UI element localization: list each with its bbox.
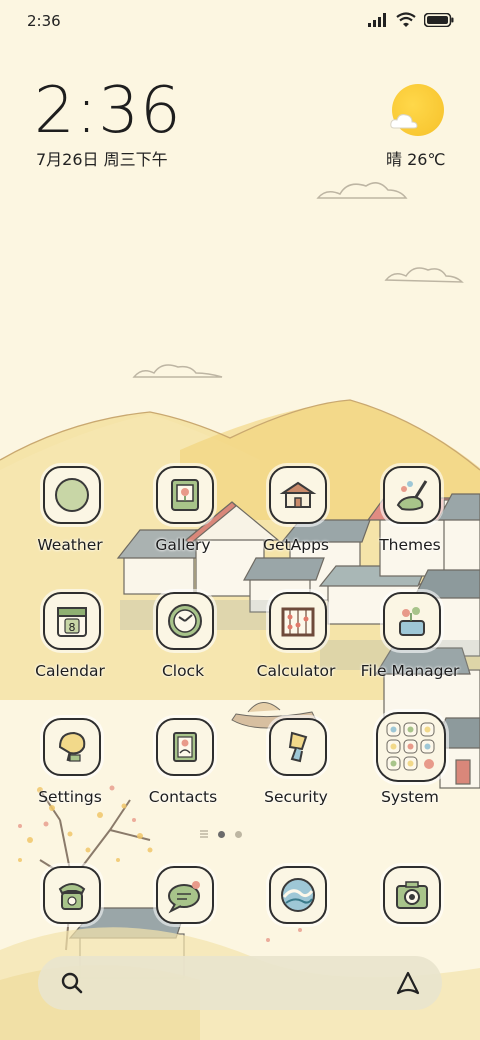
app-label: Themes (379, 536, 441, 554)
status-icons (368, 12, 454, 28)
calendar-day-number: 8 (69, 621, 76, 634)
gallery-icon (156, 466, 214, 524)
calculator-icon (269, 592, 327, 650)
file-manager-icon (383, 592, 441, 650)
app-settings[interactable]: Settings (14, 718, 126, 828)
page-dot-active[interactable] (218, 830, 225, 838)
search-bar[interactable] (38, 956, 442, 1010)
app-security[interactable]: Security (240, 718, 352, 828)
battery-icon (424, 13, 454, 27)
browser-icon (269, 866, 327, 924)
search-icon[interactable] (60, 971, 84, 995)
app-file-manager[interactable]: File Manager (354, 592, 466, 702)
system-folder-icon (376, 712, 446, 782)
dock-camera[interactable] (354, 866, 466, 926)
wifi-icon (396, 12, 416, 27)
app-label: System (381, 788, 439, 806)
app-label: GetApps (263, 536, 329, 554)
app-system-folder[interactable]: System (354, 712, 466, 828)
app-calendar[interactable]: 8 Calendar (14, 592, 126, 702)
dock-phone[interactable] (14, 866, 126, 926)
app-calculator[interactable]: Calculator (240, 592, 352, 702)
contacts-icon (156, 718, 214, 776)
weather-condition-temp: 晴 26℃ (386, 150, 446, 169)
getapps-icon (269, 466, 327, 524)
signal-icon (368, 13, 386, 27)
status-bar: 2:36 (0, 0, 480, 42)
app-label: File Manager (360, 662, 460, 680)
phone-icon (43, 866, 101, 924)
app-weather[interactable]: Weather (14, 466, 126, 576)
themes-icon (383, 466, 441, 524)
app-label: Security (264, 788, 328, 806)
clock-widget-date: 7月26日 周三下午 (36, 150, 168, 169)
app-gallery[interactable]: Gallery (127, 466, 239, 576)
status-time: 2:36 (27, 12, 61, 30)
app-label: Calculator (256, 662, 336, 680)
clock-icon (156, 592, 214, 650)
camera-icon (383, 866, 441, 924)
clock-widget-time[interactable]: 2:36 (34, 76, 182, 146)
app-clock[interactable]: Clock (127, 592, 239, 702)
menu-lines-icon (200, 830, 208, 838)
calendar-icon: 8 (43, 592, 101, 650)
app-getapps[interactable]: GetApps (240, 466, 352, 576)
page-indicator[interactable] (200, 830, 242, 838)
app-contacts[interactable]: Contacts (127, 718, 239, 828)
app-themes[interactable]: Themes (354, 466, 466, 576)
dock-browser[interactable] (240, 866, 352, 926)
dock-messages[interactable] (127, 866, 239, 926)
weather-icon (43, 466, 101, 524)
page-dot[interactable] (235, 830, 242, 838)
sun-cloud-icon (390, 84, 444, 136)
messages-icon (156, 866, 214, 924)
security-icon (269, 718, 327, 776)
settings-icon (43, 718, 101, 776)
assistant-icon[interactable] (394, 969, 422, 997)
